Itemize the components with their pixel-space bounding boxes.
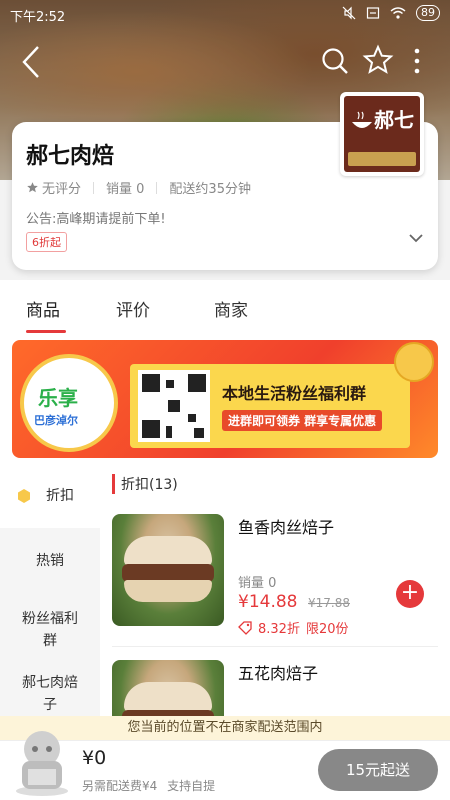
product-item[interactable]: 鱼香肉丝焙子 销量 0 ¥14.88 ¥17.88 8.32折 限20份 + (112, 514, 442, 637)
cart-mascot-icon[interactable] (12, 721, 72, 797)
meta-divider (93, 181, 95, 194)
delivery-fee: 另需配送费¥4 (82, 779, 158, 793)
discount-rate: 8.32折 (258, 622, 300, 637)
top-nav (0, 40, 450, 84)
sidebar-item-hot[interactable]: 热销 (0, 550, 100, 572)
bowl-icon (352, 111, 372, 128)
sidebar-item-fan-group[interactable]: 粉丝福利群 (0, 608, 100, 652)
qr-panel: 本地生活粉丝福利群 进群即可领券 群享专属优惠 (130, 364, 410, 448)
tab-merchant[interactable]: 商家 (214, 296, 248, 321)
purchase-limit: 限20份 (305, 622, 349, 637)
banner-subline: 进群即可领券 群享专属优惠 (222, 410, 383, 431)
tag-icon (238, 620, 252, 635)
shop-name: 郝七肉焙 (26, 144, 115, 169)
sidebar-item-label: 热销 (36, 553, 64, 569)
add-to-cart-button[interactable]: + (396, 580, 424, 608)
banner-headline: 本地生活粉丝福利群 (222, 384, 367, 403)
cart-subtext: 另需配送费¥4 支持自提 (82, 777, 215, 794)
rating-star-icon (27, 182, 38, 193)
chevron-down-icon[interactable] (408, 232, 424, 244)
product-sales: 销量 0 (238, 576, 277, 591)
mute-icon (342, 6, 356, 20)
shop-tabs: 商品 评价 商家 (0, 280, 450, 336)
status-time: 下午2:52 (10, 10, 66, 25)
sidebar-item-label: 粉丝福利群 (22, 611, 78, 649)
sales-label: 销量 0 (106, 182, 145, 197)
back-icon[interactable] (18, 44, 44, 80)
product-list: 折扣(13) 鱼香肉丝焙子 销量 0 ¥14.88 ¥17.88 8.32折 限… (100, 464, 450, 772)
battery-icon: 89 (416, 5, 440, 21)
tab-reviews[interactable]: 评价 (116, 296, 150, 321)
pickup-label: 支持自提 (167, 779, 216, 793)
checkout-button[interactable]: 15元起送 (318, 749, 438, 791)
category-sidebar: 折扣 热销 粉丝福利群 郝七肉焙子 (0, 464, 100, 744)
product-original-price: ¥17.88 (308, 596, 350, 610)
product-name: 鱼香肉丝焙子 (238, 518, 335, 537)
sidebar-item-label: 折扣 (46, 488, 74, 504)
section-title: 折扣(13) (112, 474, 178, 494)
sidebar-item-haoqi[interactable]: 郝七肉焙子 (0, 672, 100, 716)
cart-bar: ¥0 另需配送费¥4 支持自提 15元起送 (0, 731, 450, 800)
banner-brand: 乐享 (38, 386, 78, 410)
shop-logo-band (348, 152, 416, 166)
tab-active-indicator (26, 330, 66, 333)
discount-badge: 6折起 (26, 232, 67, 252)
product-discount: 8.32折 限20份 (238, 618, 349, 637)
coin-decoration (394, 342, 434, 382)
delivery-time-label: 配送约35分钟 (169, 182, 251, 197)
qr-code (138, 370, 210, 442)
banner-container: 乐享 巴彦淖尔 本地生活粉丝福利群 进群即可领券 群享专属优惠 (0, 336, 450, 464)
sim-icon (366, 7, 380, 19)
sidebar-item-label: 郝七肉焙子 (22, 675, 78, 713)
rating-label: 无评分 (42, 182, 82, 197)
lexiang-logo: 乐享 巴彦淖尔 (20, 354, 118, 452)
tab-products[interactable]: 商品 (26, 296, 60, 321)
status-icons: 89 (342, 5, 440, 21)
banner-brand-sub: 巴彦淖尔 (34, 414, 78, 427)
hexagon-icon (18, 489, 30, 503)
meta-divider (156, 181, 158, 194)
more-options-icon[interactable] (412, 46, 422, 76)
shop-info-card: 郝七肉焙 郝七 无评分 销量 0 配送约35分钟 公告:高峰期请提前下单! 6折… (12, 92, 438, 270)
shop-logo-text: 郝七 (374, 108, 414, 132)
product-image (112, 514, 224, 626)
shop-logo: 郝七 (340, 92, 424, 176)
wifi-icon (390, 7, 406, 19)
cart-total: ¥0 (82, 747, 107, 769)
shop-meta: 无评分 销量 0 配送约35分钟 (26, 178, 251, 197)
favorite-star-icon[interactable] (362, 44, 394, 76)
product-name: 五花肉焙子 (238, 664, 319, 683)
status-bar: 下午2:52 89 (0, 0, 450, 30)
shop-notice: 公告:高峰期请提前下单! (26, 212, 166, 227)
product-price: ¥14.88 (238, 592, 298, 612)
sidebar-item-discount[interactable]: 折扣 (0, 464, 100, 528)
promo-banner[interactable]: 乐享 巴彦淖尔 本地生活粉丝福利群 进群即可领券 群享专属优惠 (12, 340, 438, 458)
search-icon[interactable] (320, 46, 350, 76)
divider (112, 646, 438, 647)
